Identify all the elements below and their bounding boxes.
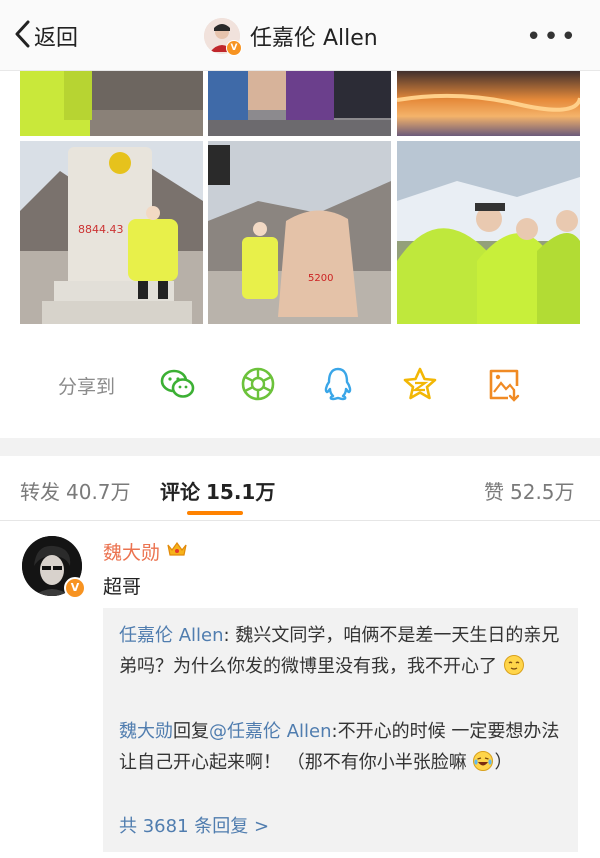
crown-icon: [166, 540, 188, 563]
verified-badge-icon: V: [226, 40, 242, 56]
chevron-left-icon: [14, 20, 30, 52]
like-count: 52.5万: [510, 480, 575, 504]
tab-reposts[interactable]: 转发 40.7万: [20, 476, 131, 505]
page-title: 任嘉伦 Allen: [250, 26, 378, 51]
repost-count: 40.7万: [66, 480, 131, 504]
photo-thumbnail[interactable]: 5200: [208, 141, 391, 324]
back-button[interactable]: 返回: [14, 20, 78, 52]
reply-author-link[interactable]: 魏大勋: [119, 721, 173, 742]
section-divider: [0, 438, 600, 456]
photo-thumbnail[interactable]: 8844.43: [20, 141, 203, 324]
reply-action: 回复: [173, 721, 209, 742]
photo-thumbnail[interactable]: [20, 70, 203, 136]
photo-thumbnail[interactable]: [208, 70, 391, 136]
save-image-icon[interactable]: [484, 364, 524, 404]
reply-item: 任嘉伦 Allen: 魏兴文同学，咱俩不是差一天生日的亲兄弟吗？为什么你发的微博…: [119, 620, 569, 686]
reply-tail: ）: [494, 752, 513, 773]
mention-link[interactable]: @任嘉伦 Allen: [209, 721, 332, 742]
verified-badge-icon: V: [64, 577, 86, 599]
avatar[interactable]: V: [204, 18, 242, 56]
photo-thumbnail[interactable]: [397, 70, 580, 136]
comment-count: 15.1万: [206, 480, 276, 504]
share-bar: 分享到: [0, 350, 600, 420]
reply-author-link[interactable]: 任嘉伦 Allen: [119, 625, 224, 646]
laugh-cry-emoji-icon: [472, 750, 494, 782]
altitude-marker-text: 5200: [308, 273, 333, 284]
tab-label: 赞: [484, 480, 504, 504]
tab-likes[interactable]: 赞 52.5万: [484, 476, 575, 505]
back-label: 返回: [34, 26, 79, 51]
tab-label: 评论: [160, 480, 200, 504]
smile-emoji-icon: [503, 654, 525, 686]
comment-text: 超哥: [103, 576, 142, 598]
view-all-replies-link[interactable]: 共 3681 条回复 >: [119, 812, 269, 838]
author-name: 魏大勋: [103, 542, 161, 564]
reply-thread: 任嘉伦 Allen: 魏兴文同学，咱俩不是差一天生日的亲兄弟吗？为什么你发的微博…: [103, 608, 578, 852]
stone-height-text: 8844.43: [78, 223, 124, 236]
moments-icon[interactable]: [238, 364, 278, 404]
nav-header: 返回 V 任嘉伦 Allen •••: [0, 0, 600, 71]
profile-title[interactable]: V 任嘉伦 Allen: [204, 16, 378, 56]
interaction-tabs: 转发 40.7万 评论 15.1万 赞 52.5万: [0, 456, 600, 521]
comment-item: V 魏大勋 超哥 任嘉伦 Allen: 魏兴文同学，咱俩不是差一天生日的亲兄弟吗…: [0, 520, 600, 858]
qq-icon[interactable]: [318, 364, 358, 404]
qzone-icon[interactable]: [400, 364, 440, 404]
active-tab-indicator: [187, 511, 243, 515]
reply-item: 魏大勋回复@任嘉伦 Allen:不开心的时候 一定要想办法让自己开心起来啊！ （…: [119, 716, 569, 782]
tab-label: 转发: [20, 480, 60, 504]
more-options-icon[interactable]: •••: [526, 22, 578, 52]
share-label: 分享到: [58, 376, 116, 398]
tab-comments[interactable]: 评论 15.1万: [160, 476, 275, 505]
wechat-icon[interactable]: [158, 364, 198, 404]
photo-thumbnail[interactable]: [397, 141, 580, 324]
comment-author[interactable]: 魏大勋: [103, 538, 188, 565]
